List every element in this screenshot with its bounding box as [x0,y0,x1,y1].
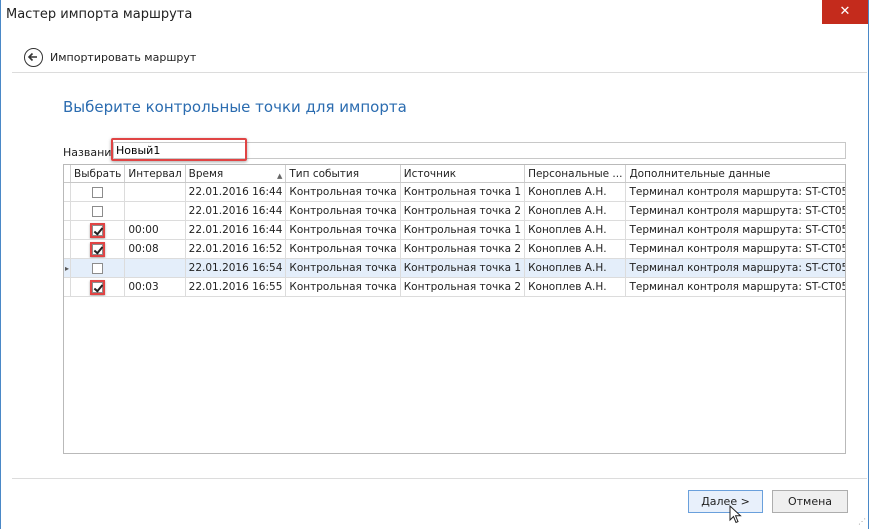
current-row-icon: ▸ [64,263,69,273]
time-cell: 22.01.2016 16:55 [185,277,287,297]
select-cell [70,239,126,259]
column-header-time-label: Время [188,167,224,180]
event-type-cell: Контрольная точка [285,201,401,221]
extra-data-cell: Терминал контроля маршрута: ST-CT058EM [625,182,845,202]
select-cell [70,258,126,278]
checkpoints-table: Выбрать Интервал Время ▲ Тип события Исто… [64,165,845,297]
column-header-source[interactable]: Источник [400,165,526,183]
back-button[interactable] [24,48,43,67]
select-checkbox-wrapper [90,279,106,295]
sort-ascending-icon: ▲ [277,171,283,180]
source-cell: Контрольная точка 2 [400,239,526,259]
checkpoints-grid: Выбрать Интервал Время ▲ Тип события Исто… [63,164,846,454]
select-checkbox-wrapper [90,241,106,257]
select-cell [70,220,126,240]
event-type-cell: Контрольная точка [285,258,401,278]
column-header-event-type[interactable]: Тип события [285,165,401,183]
header-divider [12,72,867,73]
name-highlight-box [111,138,247,161]
select-checkbox-wrapper [92,187,104,198]
grid-body: 22.01.2016 16:44 Контрольная точка Контрол… [64,182,845,297]
column-header-time[interactable]: Время ▲ [185,165,287,183]
person-cell: Коноплев А.Н. [524,277,627,297]
column-header-interval[interactable]: Интервал [124,165,186,183]
column-header-personal[interactable]: Персональные ... [524,165,627,183]
extra-data-cell: Терминал контроля маршрута: ST-CT058EM [625,239,845,259]
mouse-cursor-icon [729,505,742,524]
import-wizard-window: Мастер импорта маршрута ✕ Импортировать … [0,0,869,529]
resize-grip-icon[interactable]: ⋰ [858,517,866,526]
extra-data-cell: Терминал контроля маршрута: ST-CT058EM [625,201,845,221]
column-header-extra-data[interactable]: Дополнительные данные [625,165,845,183]
source-cell: Контрольная точка 1 [400,220,526,240]
grid-header-row: Выбрать Интервал Время ▲ Тип события Исто… [64,165,845,183]
next-button[interactable]: Далее > [688,490,763,513]
person-cell: Коноплев А.Н. [524,182,627,202]
close-icon: ✕ [839,4,851,19]
extra-data-cell: Терминал контроля маршрута: ST-CT058EM [625,277,845,297]
event-type-cell: Контрольная точка [285,277,401,297]
person-cell: Коноплев А.Н. [524,239,627,259]
table-row[interactable]: 00:00 22.01.2016 16:44 Контрольная точка Ко… [64,220,845,240]
interval-cell: 00:00 [124,220,186,240]
select-cell [70,277,126,297]
checkbox-highlight-box [90,241,106,257]
interval-cell [124,258,186,278]
checkbox-highlight-box [90,279,106,295]
interval-cell [124,201,186,221]
cancel-button[interactable]: Отмена [772,490,848,513]
time-cell: 22.01.2016 16:52 [185,239,287,259]
extra-data-cell: Терминал контроля маршрута: ST-CT058EM [625,258,845,278]
table-row[interactable]: 22.01.2016 16:44 Контрольная точка Контрол… [64,201,845,221]
person-cell: Коноплев А.Н. [524,258,627,278]
select-cell [70,201,126,221]
source-cell: Контрольная точка 2 [400,277,526,297]
source-cell: Контрольная точка 1 [400,182,526,202]
source-cell: Контрольная точка 2 [400,201,526,221]
arrow-left-icon [27,52,37,62]
select-checkbox[interactable] [92,263,104,274]
title-bar: Мастер импорта маршрута ✕ [1,0,868,30]
name-label: Название [63,146,119,159]
footer-divider [12,478,867,479]
page-heading: Выберите контрольные точки для импорта [63,98,407,116]
time-cell: 22.01.2016 16:54 [185,258,287,278]
event-type-cell: Контрольная точка [285,220,401,240]
time-cell: 22.01.2016 16:44 [185,182,287,202]
select-checkbox[interactable] [92,187,104,198]
select-checkbox-wrapper [90,222,106,238]
select-checkbox[interactable] [92,206,104,217]
interval-cell: 00:03 [124,277,186,297]
checkbox-highlight-box [90,222,106,238]
close-button[interactable]: ✕ [822,0,868,24]
window-title: Мастер импорта маршрута [6,7,193,22]
event-type-cell: Контрольная точка [285,239,401,259]
table-row[interactable]: 22.01.2016 16:44 Контрольная точка Контрол… [64,182,845,202]
person-cell: Коноплев А.Н. [524,220,627,240]
person-cell: Коноплев А.Н. [524,201,627,221]
extra-data-cell: Терминал контроля маршрута: ST-CT058EM [625,220,845,240]
event-type-cell: Контрольная точка [285,182,401,202]
select-checkbox-wrapper [92,263,104,274]
interval-cell [124,182,186,202]
table-row[interactable]: 00:03 22.01.2016 16:55 Контрольная точка Ко… [64,277,845,297]
time-cell: 22.01.2016 16:44 [185,201,287,221]
time-cell: 22.01.2016 16:44 [185,220,287,240]
table-row[interactable]: ▸ 22.01.2016 16:54 Контрольная точка Контро… [64,258,845,278]
wizard-step-title: Импортировать маршрут [50,51,197,64]
source-cell: Контрольная точка 1 [400,258,526,278]
select-checkbox-wrapper [92,206,104,217]
column-header-select[interactable]: Выбрать [70,165,126,183]
table-row[interactable]: 00:08 22.01.2016 16:52 Контрольная точка Ко… [64,239,845,259]
interval-cell: 00:08 [124,239,186,259]
select-cell [70,182,126,202]
